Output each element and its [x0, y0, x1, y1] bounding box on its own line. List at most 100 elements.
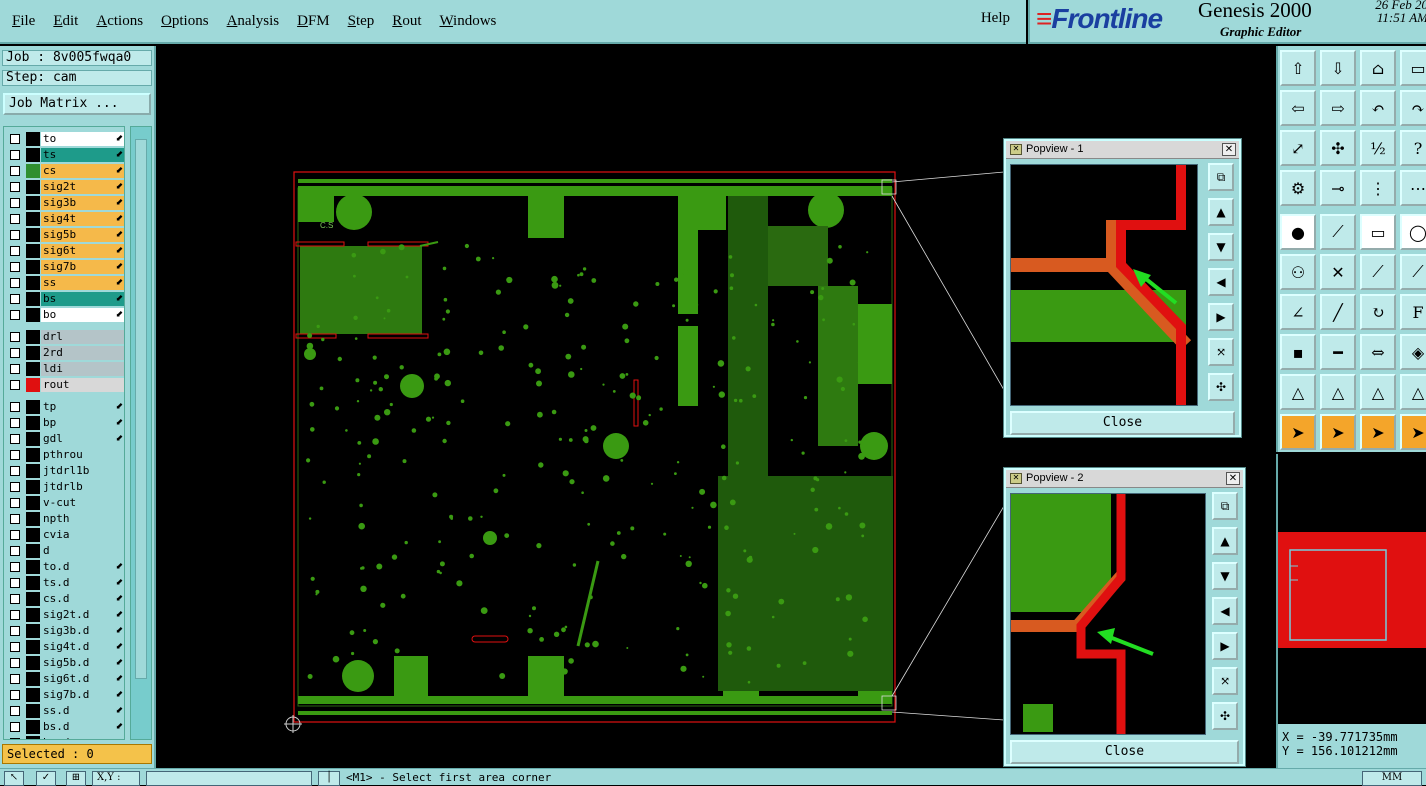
layer-row[interactable]: gdl ⬋ — [4, 431, 124, 447]
layer-name[interactable]: sig5b — [41, 228, 124, 242]
popview-2-view[interactable] — [1010, 493, 1206, 735]
layer-color-swatch[interactable] — [26, 672, 40, 686]
layer-color-swatch[interactable] — [26, 736, 40, 739]
layer-name[interactable]: bo — [41, 308, 124, 322]
layer-row[interactable]: to ⬋ — [4, 131, 124, 147]
layer-name[interactable]: bp — [41, 416, 124, 430]
right-icon[interactable]: ⇨ — [1320, 90, 1356, 126]
layer-color-swatch[interactable] — [26, 464, 40, 478]
select-feature-icon[interactable]: ● — [1280, 214, 1316, 250]
layer-list-scrollbar[interactable] — [130, 126, 152, 740]
layer-color-swatch[interactable] — [26, 400, 40, 414]
layer-row[interactable]: v-cut — [4, 495, 124, 511]
layer-checkbox[interactable] — [10, 578, 20, 588]
layer-color-swatch[interactable] — [26, 528, 40, 542]
layer-name[interactable]: sig6t — [41, 244, 124, 258]
layer-color-swatch[interactable] — [26, 704, 40, 718]
layer-checkbox[interactable] — [10, 530, 20, 540]
layer-color-swatch[interactable] — [26, 544, 40, 558]
network-icon[interactable]: ⋯ — [1400, 170, 1426, 206]
pan-right-icon[interactable]: ▶ — [1212, 632, 1238, 660]
layer-checkbox[interactable] — [10, 514, 20, 524]
angle-icon[interactable]: ∠ — [1280, 294, 1316, 330]
layer-color-swatch[interactable] — [26, 148, 40, 162]
cursor-icon[interactable]: │ — [318, 771, 340, 786]
layer-name[interactable]: 2rd — [41, 346, 124, 360]
layer-color-swatch[interactable] — [26, 512, 40, 526]
layer-color-swatch[interactable] — [26, 448, 40, 462]
layer-checkbox[interactable] — [10, 482, 20, 492]
layer-checkbox[interactable] — [10, 246, 20, 256]
layer-name[interactable]: to — [41, 132, 124, 146]
layer-row[interactable]: ss.d ⬋ — [4, 703, 124, 719]
layer-checkbox[interactable] — [10, 546, 20, 556]
layer-row[interactable]: pthrou — [4, 447, 124, 463]
menu-edit[interactable]: Edit — [53, 13, 78, 30]
layer-checkbox[interactable] — [10, 182, 20, 192]
layer-checkbox[interactable] — [10, 198, 20, 208]
menu-analysis[interactable]: Analysis — [227, 13, 280, 30]
layer-checkbox[interactable] — [10, 450, 20, 460]
close-icon[interactable]: ✕ — [1222, 143, 1236, 156]
split-icon[interactable]: ━ — [1320, 334, 1356, 370]
overview-panel[interactable] — [1276, 454, 1426, 724]
layer-color-swatch[interactable] — [26, 640, 40, 654]
layer-row[interactable]: ldi — [4, 361, 124, 377]
layer-name[interactable]: sig2t — [41, 180, 124, 194]
layer-row[interactable]: sig4t ⬋ — [4, 211, 124, 227]
popview-1-titlebar[interactable]: ✕ Popview - 1 ✕ — [1006, 141, 1239, 159]
layer-checkbox[interactable] — [10, 434, 20, 444]
left-icon[interactable]: ⇦ — [1280, 90, 1316, 126]
layer-color-swatch[interactable] — [26, 688, 40, 702]
layer-row[interactable]: cs ⬋ — [4, 163, 124, 179]
layer-row[interactable]: sig5b.d ⬋ — [4, 655, 124, 671]
layer-color-swatch[interactable] — [26, 132, 40, 146]
zoom-window-icon[interactable]: ⧉ — [1212, 492, 1238, 520]
layer-color-swatch[interactable] — [26, 624, 40, 638]
pan-down-icon[interactable]: ▼ — [1212, 562, 1238, 590]
layer-row[interactable]: sig7b.d ⬋ — [4, 687, 124, 703]
layer-name[interactable]: ldi — [41, 362, 124, 376]
layer-checkbox[interactable] — [10, 150, 20, 160]
undo-icon[interactable]: ↶ — [1360, 90, 1396, 126]
ruler-icon[interactable]: ▭ — [1360, 214, 1396, 250]
shape-icon[interactable]: ◈ — [1400, 334, 1426, 370]
layer-row[interactable]: bs ⬋ — [4, 291, 124, 307]
zoom-fit-icon[interactable]: ⤢ — [1280, 130, 1316, 166]
layer-checkbox[interactable] — [10, 610, 20, 620]
layer-name[interactable]: ts — [41, 148, 124, 162]
units-indicator[interactable]: MM — [1362, 771, 1422, 786]
layer-color-swatch[interactable] — [26, 276, 40, 290]
layer-checkbox[interactable] — [10, 562, 20, 572]
layer-name[interactable]: d — [41, 544, 124, 558]
probe-icon[interactable]: ⊸ — [1320, 170, 1356, 206]
stretch-icon[interactable]: ⇔ — [1360, 334, 1396, 370]
layer-checkbox[interactable] — [10, 402, 20, 412]
layer-checkbox[interactable] — [10, 722, 20, 732]
layer-color-swatch[interactable] — [26, 260, 40, 274]
layer-row[interactable]: sig2t ⬋ — [4, 179, 124, 195]
menu-options[interactable]: Options — [161, 13, 209, 30]
triangle2-icon[interactable]: △ — [1320, 374, 1356, 410]
layer-row[interactable]: sig6t.d ⬋ — [4, 671, 124, 687]
pan-down-icon[interactable]: ▼ — [1208, 233, 1234, 261]
layer-row[interactable]: sig3b ⬋ — [4, 195, 124, 211]
xy-input[interactable] — [146, 771, 312, 786]
open-icon[interactable]: ⇧ — [1280, 50, 1316, 86]
popview-1-close-button[interactable]: Close — [1010, 411, 1235, 435]
layer-name[interactable]: sig4t.d — [41, 640, 124, 654]
layer-color-swatch[interactable] — [26, 656, 40, 670]
zoom-out-icon[interactable]: ✣ — [1212, 702, 1238, 730]
job-matrix-button[interactable]: Job Matrix ... — [3, 93, 151, 115]
window-menu-icon[interactable]: ✕ — [1010, 144, 1022, 155]
layer-row[interactable]: bp ⬋ — [4, 415, 124, 431]
pan-right-icon[interactable]: ▶ — [1208, 303, 1234, 331]
window-icon[interactable]: ▭ — [1400, 50, 1426, 86]
layer-name[interactable]: ss — [41, 276, 124, 290]
layer-color-swatch[interactable] — [26, 196, 40, 210]
layer-color-swatch[interactable] — [26, 416, 40, 430]
layer-row[interactable]: sig5b ⬋ — [4, 227, 124, 243]
layer-checkbox[interactable] — [10, 364, 20, 374]
layer-checkbox[interactable] — [10, 594, 20, 604]
text-icon[interactable]: F — [1400, 294, 1426, 330]
